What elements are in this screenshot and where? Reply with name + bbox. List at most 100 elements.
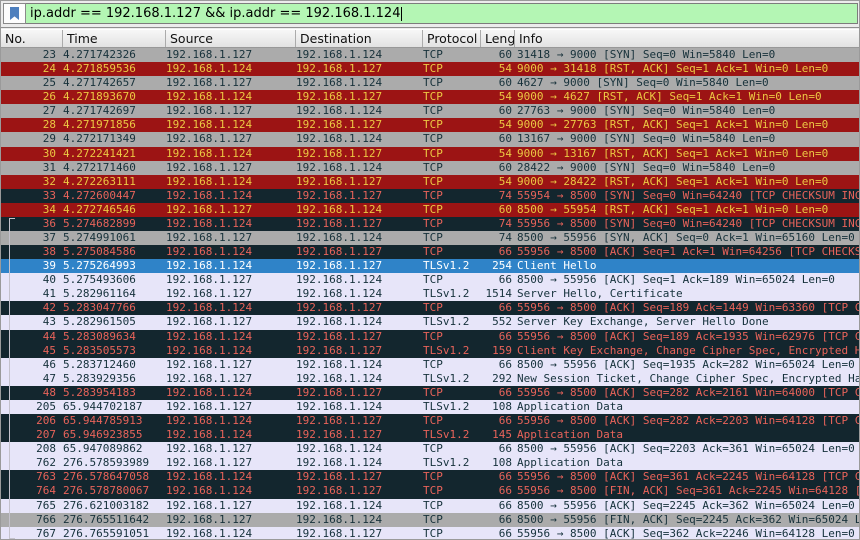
- packet-source: 192.168.1.124: [166, 217, 296, 231]
- packet-number: 765: [1, 499, 63, 513]
- bookmark-icon: [10, 7, 19, 20]
- packet-length: 60: [481, 161, 515, 175]
- packet-time: 4.271893670: [63, 90, 166, 104]
- packet-row[interactable]: 29 4.272171349 192.168.1.127 192.168.1.1…: [1, 132, 859, 146]
- packet-destination: 192.168.1.127: [296, 470, 423, 484]
- packet-destination: 192.168.1.124: [296, 499, 423, 513]
- packet-info: 28422 → 9000 [SYN] Seq=0 Win=5840 Len=0: [515, 161, 859, 175]
- packet-row[interactable]: 25 4.271742657 192.168.1.127 192.168.1.1…: [1, 76, 859, 90]
- packet-protocol: TCP: [423, 175, 481, 189]
- packet-length: 74: [481, 231, 515, 245]
- packet-row[interactable]: 48 5.283954183 192.168.1.124 192.168.1.1…: [1, 386, 859, 400]
- packet-row[interactable]: 763 276.578647058 192.168.1.124 192.168.…: [1, 470, 859, 484]
- packet-length: 66: [481, 386, 515, 400]
- packet-info: 4627 → 9000 [SYN] Seq=0 Win=5840 Len=0: [515, 76, 859, 90]
- packet-row[interactable]: 42 5.283047766 192.168.1.124 192.168.1.1…: [1, 301, 859, 315]
- packet-row[interactable]: 39 5.275264993 192.168.1.124 192.168.1.1…: [1, 259, 859, 273]
- packet-row[interactable]: 40 5.275493606 192.168.1.127 192.168.1.1…: [1, 273, 859, 287]
- packet-number: 207: [1, 428, 63, 442]
- packet-number: 43: [1, 315, 63, 329]
- packet-source: 192.168.1.124: [166, 330, 296, 344]
- packet-number: 48: [1, 386, 63, 400]
- packet-protocol: TLSv1.2: [423, 344, 481, 358]
- packet-source: 192.168.1.127: [166, 48, 296, 62]
- packet-row[interactable]: 41 5.282961164 192.168.1.127 192.168.1.1…: [1, 287, 859, 301]
- packet-list: 23 4.271742326 192.168.1.127 192.168.1.1…: [1, 48, 859, 539]
- packet-destination: 192.168.1.127: [296, 301, 423, 315]
- packet-info: 55956 → 8500 [ACK] Seq=362 Ack=2246 Win=…: [515, 527, 859, 539]
- packet-protocol: TCP: [423, 330, 481, 344]
- packet-row[interactable]: 762 276.578593989 192.168.1.127 192.168.…: [1, 456, 859, 470]
- packet-row[interactable]: 28 4.271971856 192.168.1.124 192.168.1.1…: [1, 118, 859, 132]
- packet-number: 30: [1, 147, 63, 161]
- packet-destination: 192.168.1.127: [296, 527, 423, 539]
- packet-row[interactable]: 32 4.272263111 192.168.1.124 192.168.1.1…: [1, 175, 859, 189]
- packet-row[interactable]: 24 4.271859536 192.168.1.124 192.168.1.1…: [1, 62, 859, 76]
- packet-time: 5.282961505: [63, 315, 166, 329]
- packet-row[interactable]: 23 4.271742326 192.168.1.127 192.168.1.1…: [1, 48, 859, 62]
- column-header-time[interactable]: Time: [63, 30, 166, 47]
- packet-row[interactable]: 206 65.944785913 192.168.1.124 192.168.1…: [1, 414, 859, 428]
- packet-time: 4.272171460: [63, 161, 166, 175]
- packet-length: 54: [481, 90, 515, 104]
- packet-number: 27: [1, 104, 63, 118]
- column-header-destination[interactable]: Destination: [296, 30, 423, 47]
- packet-row[interactable]: 765 276.621003182 192.168.1.127 192.168.…: [1, 499, 859, 513]
- packet-row[interactable]: 31 4.272171460 192.168.1.127 192.168.1.1…: [1, 161, 859, 175]
- packet-length: 66: [481, 499, 515, 513]
- packet-row[interactable]: 27 4.271742697 192.168.1.127 192.168.1.1…: [1, 104, 859, 118]
- packet-row[interactable]: 43 5.282961505 192.168.1.127 192.168.1.1…: [1, 315, 859, 329]
- packet-row[interactable]: 47 5.283929356 192.168.1.127 192.168.1.1…: [1, 372, 859, 386]
- packet-row[interactable]: 767 276.765591051 192.168.1.124 192.168.…: [1, 527, 859, 539]
- packet-protocol: TCP: [423, 414, 481, 428]
- packet-info: 9000 → 27763 [RST, ACK] Seq=1 Ack=1 Win=…: [515, 118, 859, 132]
- packet-time: 5.274991061: [63, 231, 166, 245]
- packet-destination: 192.168.1.124: [296, 203, 423, 217]
- packet-row[interactable]: 37 5.274991061 192.168.1.127 192.168.1.1…: [1, 231, 859, 245]
- column-header-info[interactable]: Info: [515, 30, 859, 47]
- packet-info: 8500 → 55956 [ACK] Seq=2203 Ack=361 Win=…: [515, 442, 859, 456]
- packet-number: 32: [1, 175, 63, 189]
- packet-row[interactable]: 45 5.283505573 192.168.1.124 192.168.1.1…: [1, 344, 859, 358]
- packet-info: 8500 → 55956 [FIN, ACK] Seq=2245 Ack=362…: [515, 513, 859, 527]
- packet-time: 65.944702187: [63, 400, 166, 414]
- packet-source: 192.168.1.124: [166, 414, 296, 428]
- column-header-protocol[interactable]: Protocol: [423, 30, 481, 47]
- packet-time: 5.283505573: [63, 344, 166, 358]
- column-header-length[interactable]: Lengt: [481, 30, 515, 47]
- packet-row[interactable]: 207 65.946923855 192.168.1.124 192.168.1…: [1, 428, 859, 442]
- packet-protocol: TCP: [423, 132, 481, 146]
- packet-row[interactable]: 208 65.947089862 192.168.1.127 192.168.1…: [1, 442, 859, 456]
- packet-row[interactable]: 764 276.578780067 192.168.1.124 192.168.…: [1, 484, 859, 498]
- packet-length: 292: [481, 372, 515, 386]
- packet-destination: 192.168.1.124: [296, 287, 423, 301]
- display-filter-input[interactable]: ip.addr == 192.168.1.127 && ip.addr == 1…: [26, 3, 858, 24]
- packet-destination: 192.168.1.124: [296, 456, 423, 470]
- display-filter-toolbar: ip.addr == 192.168.1.127 && ip.addr == 1…: [1, 1, 859, 28]
- packet-protocol: TCP: [423, 513, 481, 527]
- packet-number: 29: [1, 132, 63, 146]
- packet-destination: 192.168.1.124: [296, 76, 423, 90]
- packet-row[interactable]: 34 4.272746546 192.168.1.127 192.168.1.1…: [1, 203, 859, 217]
- filter-bookmark-button[interactable]: [3, 3, 26, 24]
- packet-row[interactable]: 46 5.283712460 192.168.1.127 192.168.1.1…: [1, 358, 859, 372]
- packet-number: 44: [1, 330, 63, 344]
- packet-row[interactable]: 33 4.272600447 192.168.1.124 192.168.1.1…: [1, 189, 859, 203]
- packet-protocol: TCP: [423, 48, 481, 62]
- packet-row[interactable]: 44 5.283089634 192.168.1.124 192.168.1.1…: [1, 330, 859, 344]
- packet-row[interactable]: 766 276.765511642 192.168.1.127 192.168.…: [1, 513, 859, 527]
- packet-row[interactable]: 38 5.275084586 192.168.1.124 192.168.1.1…: [1, 245, 859, 259]
- packet-info: 9000 → 31418 [RST, ACK] Seq=1 Ack=1 Win=…: [515, 62, 859, 76]
- packet-protocol: TCP: [423, 203, 481, 217]
- packet-info: 13167 → 9000 [SYN] Seq=0 Win=5840 Len=0: [515, 132, 859, 146]
- packet-row[interactable]: 205 65.944702187 192.168.1.127 192.168.1…: [1, 400, 859, 414]
- packet-destination: 192.168.1.127: [296, 484, 423, 498]
- column-header-source[interactable]: Source: [166, 30, 296, 47]
- packet-row[interactable]: 36 5.274682899 192.168.1.124 192.168.1.1…: [1, 217, 859, 231]
- packet-row[interactable]: 26 4.271893670 192.168.1.124 192.168.1.1…: [1, 90, 859, 104]
- packet-row[interactable]: 30 4.272241421 192.168.1.124 192.168.1.1…: [1, 147, 859, 161]
- column-header-no[interactable]: No.: [1, 30, 63, 47]
- packet-protocol: TCP: [423, 231, 481, 245]
- packet-number: 47: [1, 372, 63, 386]
- packet-length: 1514: [481, 287, 515, 301]
